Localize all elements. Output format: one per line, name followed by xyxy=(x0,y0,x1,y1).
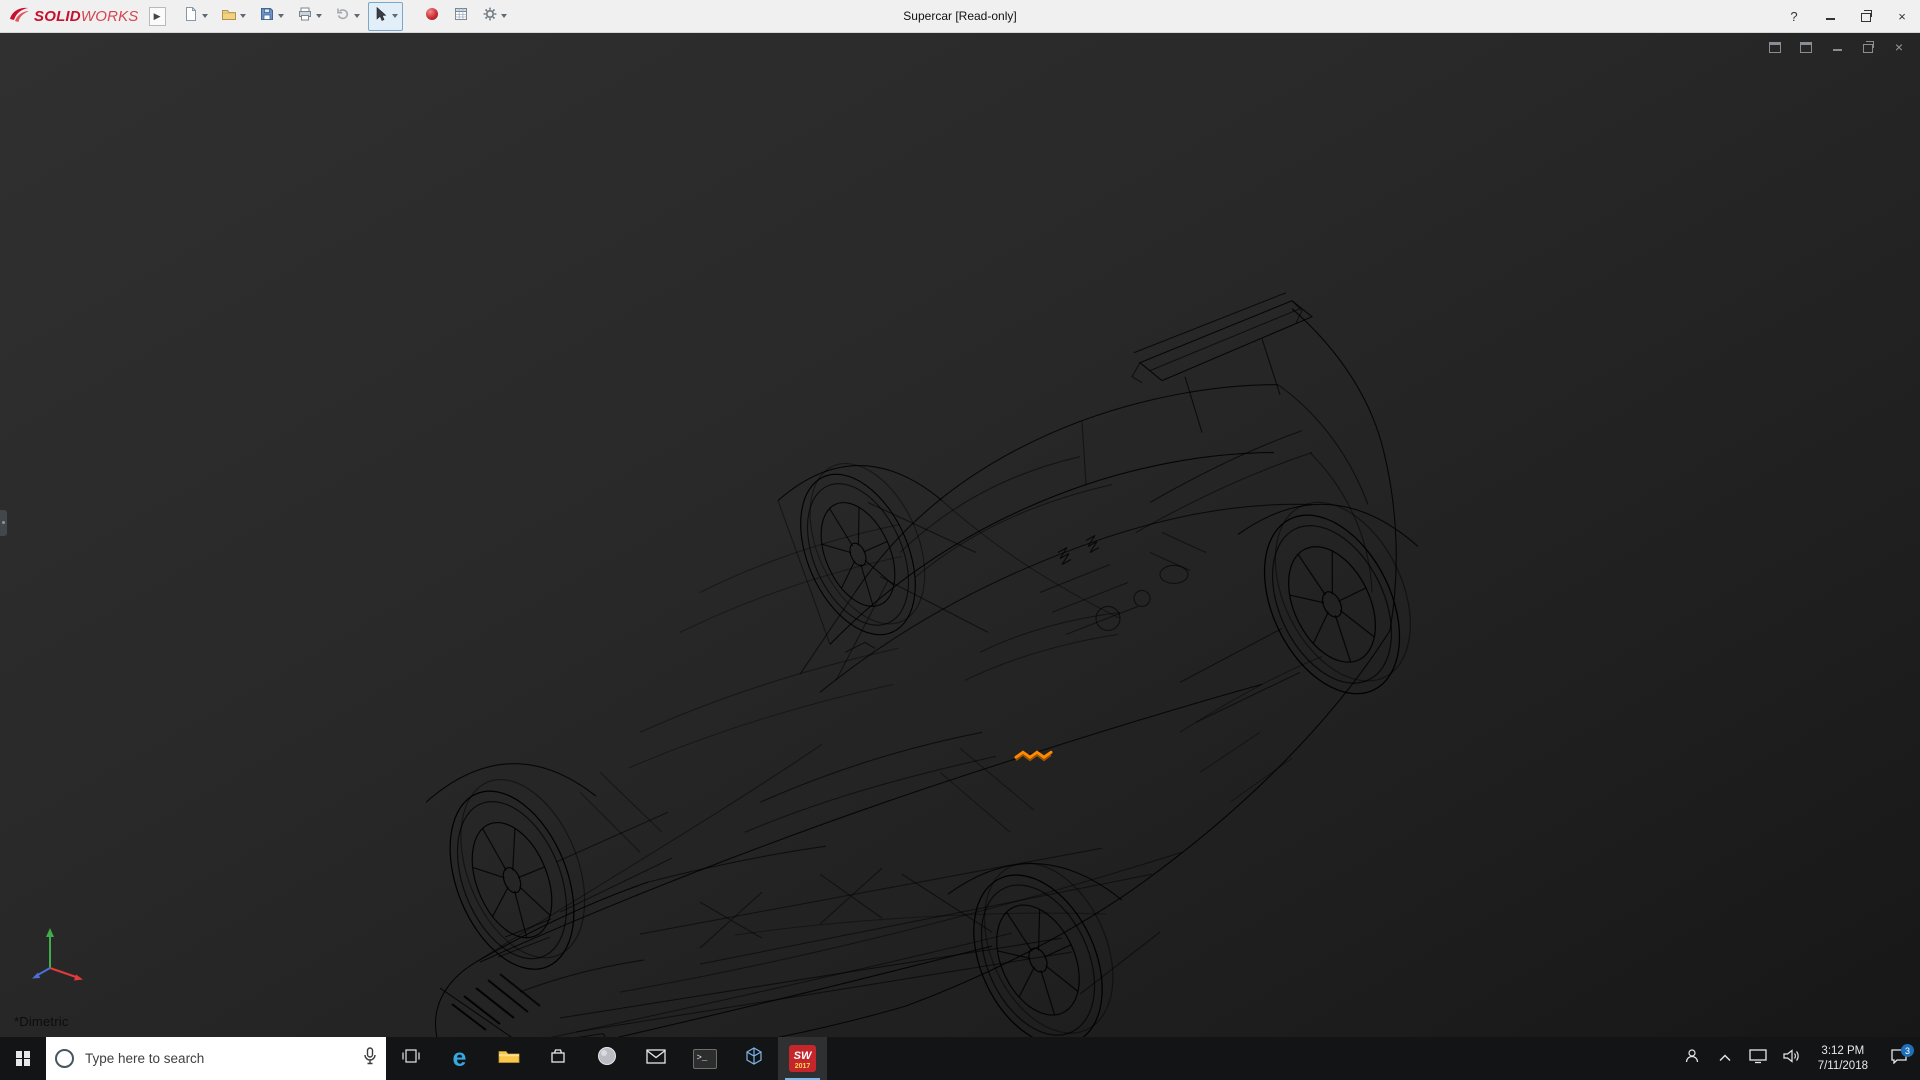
dropdown-caret-icon[interactable] xyxy=(500,14,507,18)
dropdown-caret-icon[interactable] xyxy=(239,14,246,18)
minimize-button[interactable] xyxy=(1812,0,1848,32)
minimize-icon xyxy=(1832,49,1842,51)
edge-icon: e xyxy=(452,1044,467,1072)
restore-icon xyxy=(1863,41,1874,53)
design-table-button[interactable] xyxy=(448,2,474,31)
store-button[interactable] xyxy=(533,1037,582,1080)
taskbar-search-box[interactable] xyxy=(46,1037,386,1080)
minimize-icon xyxy=(1825,18,1835,20)
solidworks-app-icon: SW 2017 xyxy=(789,1045,816,1072)
mail-button[interactable] xyxy=(631,1037,680,1080)
window-pane-icon xyxy=(1769,41,1781,53)
restore-button[interactable] xyxy=(1848,0,1884,32)
restore-icon xyxy=(1861,10,1872,22)
people-button[interactable] xyxy=(1676,1037,1709,1080)
save-button[interactable] xyxy=(254,2,289,31)
network-button[interactable] xyxy=(1742,1037,1775,1080)
open-button[interactable] xyxy=(216,2,251,31)
circular-app-button[interactable] xyxy=(582,1037,631,1080)
solidworks-window: SOLIDWORKS ▶ Supercar [Read-only] ? × × … xyxy=(0,0,1920,1080)
gear-icon xyxy=(482,6,498,27)
search-input[interactable] xyxy=(83,1050,354,1067)
system-tray: 3:12 PM 7/11/2018 3 xyxy=(1676,1037,1920,1080)
open-folder-icon xyxy=(221,6,237,27)
car-body-lines xyxy=(422,292,1442,1037)
doc-restore-button[interactable] xyxy=(1859,39,1877,55)
view-orientation-label: *Dimetric xyxy=(14,1014,69,1029)
model-viewport[interactable]: × *Dimetric xyxy=(0,33,1920,1037)
doc-window-pane-icon-1[interactable] xyxy=(1766,39,1784,55)
help-button[interactable]: ? xyxy=(1776,0,1812,32)
mail-envelope-icon xyxy=(645,1048,666,1069)
speaker-icon xyxy=(1782,1048,1800,1069)
titlebar: SOLIDWORKS ▶ Supercar [Read-only] ? × xyxy=(0,0,1920,33)
print-button[interactable] xyxy=(292,2,327,31)
print-icon xyxy=(297,6,313,27)
windows-logo-icon xyxy=(15,1051,31,1066)
undo-icon xyxy=(335,6,351,27)
design-table-icon xyxy=(453,6,469,27)
ds-swirl-icon xyxy=(8,5,30,28)
volume-button[interactable] xyxy=(1775,1037,1808,1080)
taskbar: e >_ xyxy=(0,1037,1920,1080)
dropdown-caret-icon[interactable] xyxy=(315,14,322,18)
close-button[interactable]: × xyxy=(1884,0,1920,32)
dropdown-caret-icon[interactable] xyxy=(391,14,398,18)
quick-access-toolbar xyxy=(178,1,512,31)
select-tool-button[interactable] xyxy=(367,1,403,31)
doc-close-button[interactable]: × xyxy=(1890,39,1908,55)
task-view-button[interactable] xyxy=(386,1037,435,1080)
chevron-up-icon xyxy=(1718,1050,1732,1068)
options-button[interactable] xyxy=(477,2,512,31)
file-explorer-button[interactable] xyxy=(484,1037,533,1080)
dropdown-caret-icon[interactable] xyxy=(353,14,360,18)
clock-date: 7/11/2018 xyxy=(1817,1059,1868,1072)
edit-appearance-button[interactable] xyxy=(419,2,445,31)
undo-button[interactable] xyxy=(330,2,365,31)
window-pane-icon xyxy=(1800,41,1812,53)
solidworks-logo: SOLIDWORKS xyxy=(8,5,139,28)
edge-button[interactable]: e xyxy=(435,1037,484,1080)
doc-window-pane-icon-2[interactable] xyxy=(1797,39,1815,55)
taskbar-clock[interactable]: 3:12 PM 7/11/2018 xyxy=(1808,1037,1878,1080)
window-controls: ? × xyxy=(1776,0,1920,32)
panel-collapse-handle[interactable] xyxy=(0,509,7,536)
store-bag-icon xyxy=(549,1047,567,1070)
action-center-button[interactable]: 3 xyxy=(1878,1037,1920,1080)
menu-expand-button[interactable]: ▶ xyxy=(148,6,166,26)
person-icon xyxy=(1684,1048,1700,1069)
new-document-button[interactable] xyxy=(178,2,213,31)
network-icon xyxy=(1749,1048,1767,1069)
clock-time: 3:12 PM xyxy=(1821,1044,1865,1057)
document-window-controls: × xyxy=(1766,39,1908,55)
task-view-icon xyxy=(401,1048,421,1069)
wireframe-car-model[interactable] xyxy=(0,33,1920,1037)
new-document-icon xyxy=(183,6,199,27)
notification-badge: 3 xyxy=(1901,1044,1914,1057)
highlighted-sketch-segment[interactable] xyxy=(1014,750,1053,762)
file-explorer-icon xyxy=(498,1047,520,1070)
dropdown-caret-icon[interactable] xyxy=(201,14,208,18)
terminal-icon: >_ xyxy=(692,1048,717,1069)
window-title: Supercar [Read-only] xyxy=(903,9,1017,23)
circular-app-icon xyxy=(597,1046,617,1071)
start-button[interactable] xyxy=(0,1037,46,1080)
dropdown-caret-icon[interactable] xyxy=(277,14,284,18)
3d-cube-icon xyxy=(744,1046,764,1071)
appearance-ball-icon xyxy=(424,6,440,27)
cortana-icon xyxy=(55,1049,74,1068)
orientation-triad-icon xyxy=(18,920,88,995)
3d-viewer-button[interactable] xyxy=(729,1037,778,1080)
solidworks-taskbar-button[interactable]: SW 2017 xyxy=(778,1037,827,1080)
brand-text: SOLIDWORKS xyxy=(34,7,139,25)
microphone-icon[interactable] xyxy=(363,1047,377,1070)
select-cursor-icon xyxy=(373,6,389,27)
hidden-icons-button[interactable] xyxy=(1709,1037,1742,1080)
terminal-button[interactable]: >_ xyxy=(680,1037,729,1080)
doc-minimize-button[interactable] xyxy=(1828,39,1846,55)
save-floppy-icon xyxy=(259,6,275,27)
